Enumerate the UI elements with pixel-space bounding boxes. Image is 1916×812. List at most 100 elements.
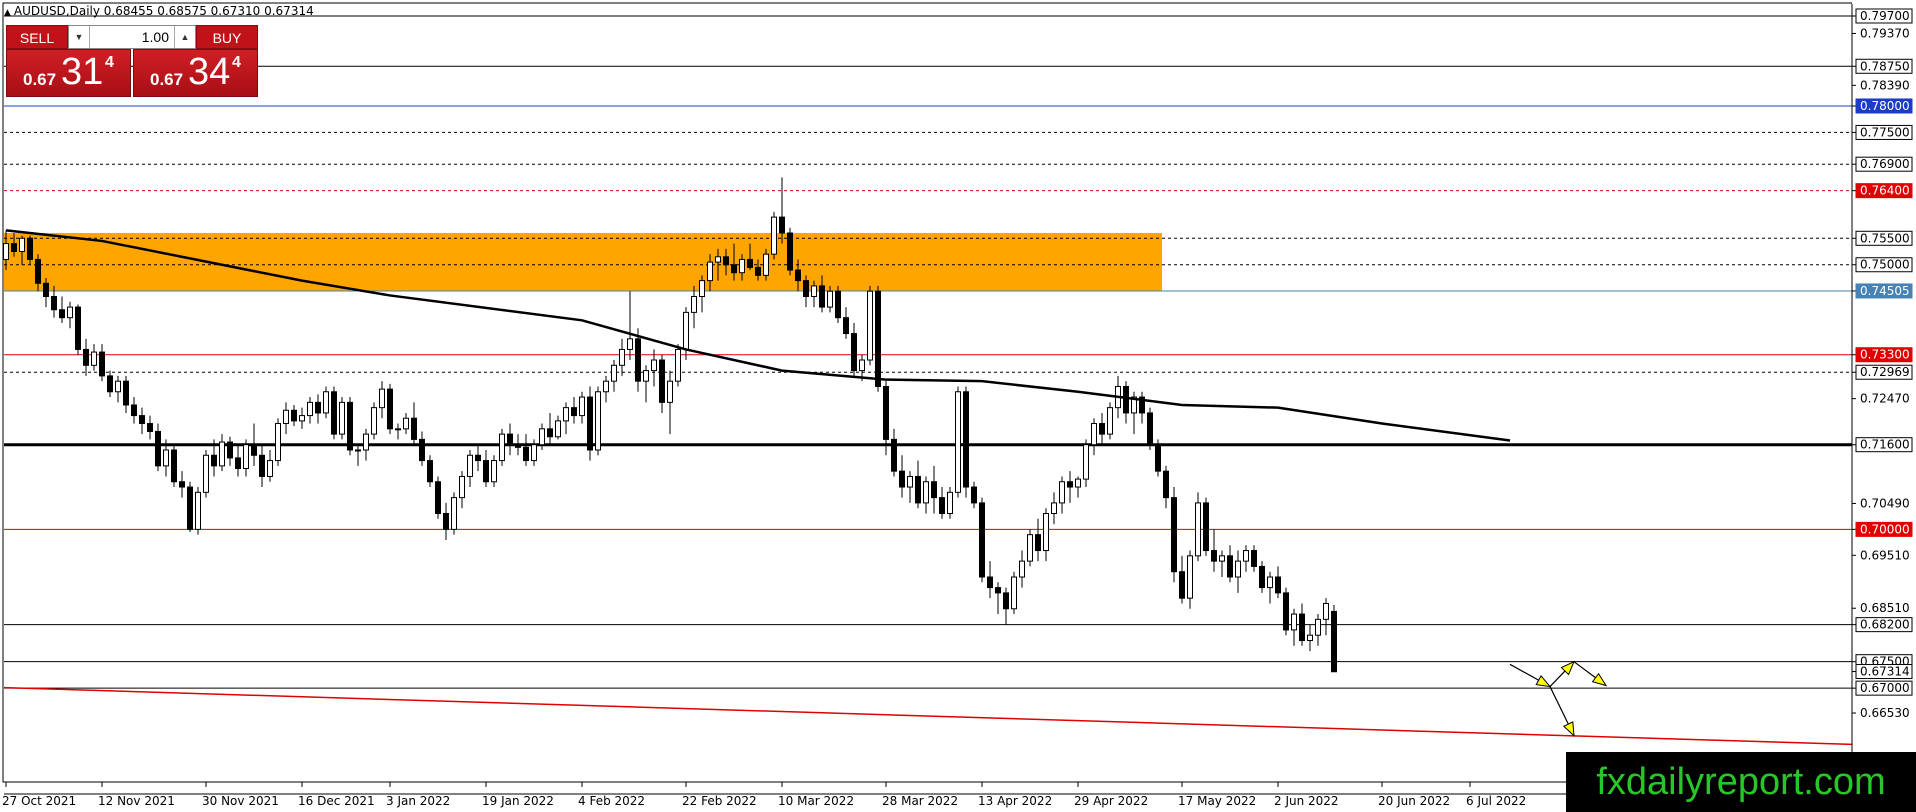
- arrow-head: [1591, 672, 1608, 687]
- supply-zone-rect: [4, 232, 1162, 292]
- sell-price-quote[interactable]: 0.67 31 4: [6, 49, 131, 97]
- candle-body: [1171, 497, 1177, 573]
- symbol-info: AUDUSD,Daily 0.68455 0.68575 0.67310 0.6…: [13, 4, 314, 18]
- candle-body: [1011, 576, 1017, 610]
- candle-body: [571, 407, 577, 417]
- price-label: 0.73300: [1860, 348, 1910, 362]
- collapse-triangle-icon[interactable]: ▲: [4, 8, 11, 18]
- candle: [619, 338, 625, 376]
- candle: [1203, 497, 1209, 556]
- candle: [507, 423, 513, 456]
- candle-body: [523, 446, 529, 462]
- price-label: 0.67314: [1860, 665, 1910, 679]
- candle: [971, 481, 977, 509]
- candle: [931, 465, 937, 514]
- price-label: 0.68200: [1860, 618, 1910, 632]
- candle: [643, 365, 649, 403]
- candle-body: [963, 391, 969, 488]
- time-label: 19 Jan 2022: [482, 794, 554, 808]
- candle: [1211, 529, 1217, 572]
- candle: [371, 402, 377, 440]
- candle: [515, 434, 521, 456]
- candle: [1235, 550, 1241, 593]
- candle-body: [1195, 502, 1201, 557]
- candle: [307, 397, 313, 424]
- candle: [1123, 381, 1129, 424]
- lot-increase-icon[interactable]: ▲: [174, 26, 195, 48]
- price-label: 0.79370: [1860, 26, 1910, 40]
- candle: [587, 386, 593, 461]
- time-label: 10 Mar 2022: [778, 794, 854, 808]
- candle: [611, 360, 617, 392]
- candle: [235, 444, 241, 477]
- candle-body: [235, 457, 241, 470]
- buy-button[interactable]: BUY: [196, 25, 258, 49]
- candle-body: [1059, 481, 1065, 504]
- candle-body: [1291, 613, 1297, 631]
- candle: [1283, 587, 1289, 636]
- time-label: 30 Nov 2021: [202, 794, 279, 808]
- candle-body: [1219, 555, 1225, 562]
- candle: [1331, 605, 1337, 673]
- candle-body: [363, 433, 369, 451]
- candle: [435, 476, 441, 519]
- sell-button[interactable]: SELL: [6, 25, 68, 49]
- candle-body: [1251, 550, 1257, 567]
- candle-body: [379, 388, 385, 409]
- candle: [683, 307, 689, 361]
- candle-body: [1091, 423, 1097, 446]
- lot-size-field[interactable]: ▼ 1.00 ▲: [68, 25, 196, 49]
- candle-body: [971, 486, 977, 504]
- candle: [1219, 550, 1225, 578]
- candle: [419, 431, 425, 466]
- candle-body: [1035, 534, 1041, 552]
- candle-body: [715, 256, 721, 263]
- candle: [547, 412, 553, 445]
- candle: [139, 407, 145, 435]
- buy-price-quote[interactable]: 0.67 34 4: [133, 49, 258, 97]
- candle: [1187, 550, 1193, 609]
- candle-body: [251, 444, 257, 456]
- candle: [635, 328, 641, 392]
- candle-body: [179, 481, 185, 488]
- forecast-arrow: [1509, 663, 1552, 688]
- sell-price-pips: 31: [61, 51, 104, 93]
- chart-header: ▲ AUDUSD,Daily 0.68455 0.68575 0.67310 0.…: [4, 4, 314, 18]
- candle-body: [771, 216, 777, 255]
- watermark-logo: fxdailyreport.com: [1566, 752, 1916, 812]
- candle: [291, 405, 297, 427]
- candle-body: [491, 460, 497, 483]
- candle: [771, 211, 777, 260]
- candle-body: [283, 409, 289, 425]
- candle: [203, 449, 209, 498]
- candle-body: [1027, 534, 1033, 562]
- price-label: 0.66530: [1860, 706, 1910, 720]
- sell-price-fraction: 4: [105, 54, 114, 71]
- candle: [1019, 550, 1025, 588]
- lot-decrease-icon[interactable]: ▼: [69, 26, 90, 48]
- candle-body: [835, 290, 841, 319]
- candle: [259, 444, 265, 488]
- candle-body: [747, 258, 753, 268]
- price-label: 0.67000: [1860, 681, 1910, 695]
- candle: [83, 338, 89, 376]
- candle-body: [539, 428, 545, 446]
- candle: [475, 444, 481, 472]
- candle: [147, 415, 153, 440]
- candle: [1107, 402, 1113, 440]
- lot-size-value[interactable]: 1.00: [142, 26, 169, 48]
- candle-body: [155, 430, 161, 467]
- buy-price-fraction: 4: [232, 54, 241, 71]
- forecast-arrow: [1549, 686, 1575, 738]
- candle: [283, 402, 289, 435]
- candle: [1043, 508, 1049, 562]
- candle-body: [467, 454, 473, 477]
- candle: [131, 397, 137, 424]
- candle: [267, 449, 273, 482]
- candle-body: [331, 391, 337, 435]
- candle-body: [307, 401, 313, 417]
- candle: [395, 423, 401, 440]
- candle: [875, 285, 881, 392]
- candle-body: [811, 285, 817, 298]
- candle-body: [795, 269, 801, 282]
